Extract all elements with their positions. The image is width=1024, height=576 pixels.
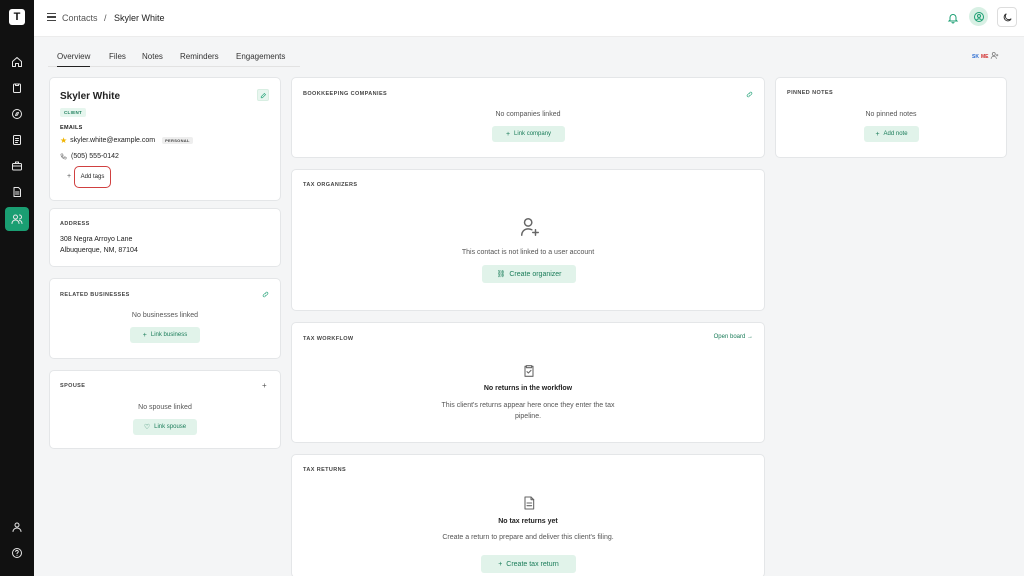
related-businesses-card: RELATED BUSINESSES No businesses linked … [49,278,281,359]
phone-icon [60,153,67,160]
add-collaborator-icon[interactable] [990,51,999,62]
plus-icon: + [875,130,880,138]
tax-workflow-card: TAX WORKFLOW Open board → No returns in … [291,322,765,443]
pinned-notes-title: PINNED NOTES [787,90,834,96]
workflow-description-line1: This client's returns appear here once t… [441,402,615,409]
link-icon: ⛓ [496,271,506,278]
edit-contact-icon[interactable] [257,89,269,101]
returns-description: Create a return to prepare and deliver t… [442,534,614,541]
tax-organizers-card: TAX ORGANIZERS This contact is not linke… [291,169,765,311]
menu-icon[interactable] [47,13,56,22]
top-bar: Contacts / Skyler White [34,0,1024,37]
email-address[interactable]: skyler.white@example.com [70,137,155,144]
no-pinned-notes-text: No pinned notes [865,111,917,118]
email-type-badge: PERSONAL [162,137,193,144]
tax-returns-title: TAX RETURNS [303,467,347,473]
open-board-link[interactable]: Open board → [714,334,753,340]
link-icon[interactable] [744,89,754,99]
collaborators-group[interactable]: SK ME [972,51,999,62]
link-company-button[interactable]: + Link company [492,126,565,142]
app-logo[interactable]: T [9,9,25,25]
breadcrumb-separator: / [104,13,107,23]
tab-overview[interactable]: Overview [57,52,91,67]
breadcrumb-current: Skyler White [114,13,165,23]
workflow-empty-heading: No returns in the workflow [483,385,573,392]
heart-icon: ♡ [143,424,151,431]
tab-notes[interactable]: Notes [142,52,163,61]
spouse-title: SPOUSE [60,383,86,389]
add-spouse-icon[interactable]: + [262,381,267,390]
create-organizer-button[interactable]: ⛓ Create organizer [482,265,576,283]
clipboard-check-icon [521,363,537,379]
sidebar-contacts-icon[interactable] [5,207,29,231]
sidebar-help-icon[interactable] [5,541,29,565]
client-badge: CLIENT [60,108,87,117]
link-icon[interactable] [260,289,270,299]
contact-card: Skyler White CLIENT EMAILS ★ skyler.whit… [49,77,281,201]
sidebar-home-icon[interactable] [5,50,29,74]
plus-icon: + [505,130,511,138]
link-spouse-label: Link spouse [154,424,187,430]
returns-empty-heading: No tax returns yet [498,518,558,525]
add-note-label: Add note [883,131,908,137]
no-businesses-text: No businesses linked [131,312,199,319]
document-icon [521,495,537,511]
notifications-bell-icon[interactable] [947,11,959,29]
link-spouse-button[interactable]: ♡ Link spouse [133,419,197,435]
collaborator-avatar: ME [980,53,989,60]
tab-engagements[interactable]: Engagements [236,52,285,61]
sidebar-compass-icon[interactable] [5,102,29,126]
address-title: ADDRESS [60,221,90,227]
link-business-button[interactable]: + Link business [130,327,200,343]
profile-avatar-button[interactable] [969,7,988,26]
emails-label: EMAILS [60,125,83,131]
user-plus-icon [519,216,541,238]
plus-icon: + [498,560,503,568]
organizer-message: This contact is not linked to a user acc… [461,249,595,256]
plus-icon: + [67,173,72,180]
sidebar-checklist-icon[interactable] [5,128,29,152]
create-organizer-label: Create organizer [509,270,562,278]
collaborator-avatar: SK [972,53,979,60]
sidebar-clipboard-icon[interactable] [5,76,29,100]
sidebar-document-icon[interactable] [5,180,29,204]
breadcrumb-contacts[interactable]: Contacts [62,12,98,24]
tax-returns-card: TAX RETURNS No tax returns yet Create a … [291,454,765,576]
dark-mode-toggle[interactable] [997,7,1017,27]
add-note-button[interactable]: + Add note [864,126,919,142]
tab-reminders[interactable]: Reminders [180,52,219,61]
bookkeeping-card: BOOKKEEPING COMPANIES No companies linke… [291,77,765,158]
address-line-2: Albuquerque, NM, 87104 [60,247,138,254]
bookkeeping-title: BOOKKEEPING COMPANIES [303,91,388,97]
tab-files[interactable]: Files [109,52,126,61]
link-business-label: Link business [150,332,188,338]
no-companies-text: No companies linked [495,111,561,118]
phone-row: (505) 555-0142 [60,153,119,160]
plus-icon: + [142,331,147,339]
create-tax-return-button[interactable]: + Create tax return [481,555,576,573]
primary-star-icon: ★ [60,136,68,145]
workflow-description-line2: pipeline. [514,413,542,420]
tax-workflow-title: TAX WORKFLOW [303,336,354,342]
contact-name: Skyler White [60,91,121,102]
address-card: ADDRESS 308 Negra Arroyo Lane Albuquerqu… [49,208,281,267]
phone-number[interactable]: (505) 555-0142 [71,153,119,160]
no-spouse-text: No spouse linked [138,404,192,411]
pinned-notes-card: PINNED NOTES No pinned notes + Add note [775,77,1007,158]
sidebar-briefcase-icon[interactable] [5,154,29,178]
contact-tabs: Overview Files Notes Reminders Engagemen… [48,48,300,67]
create-tax-return-label: Create tax return [506,560,559,568]
tax-organizers-title: TAX ORGANIZERS [303,182,358,188]
add-tags-button[interactable]: Add tags [74,166,111,188]
sidebar: T [0,0,34,576]
link-company-label: Link company [514,131,552,137]
related-businesses-title: RELATED BUSINESSES [60,292,130,298]
spouse-card: SPOUSE + No spouse linked ♡ Link spouse [49,370,281,449]
address-line-1: 308 Negra Arroyo Lane [60,236,133,243]
email-row: ★ skyler.white@example.com PERSONAL [60,136,193,145]
sidebar-user-icon[interactable] [5,515,29,539]
